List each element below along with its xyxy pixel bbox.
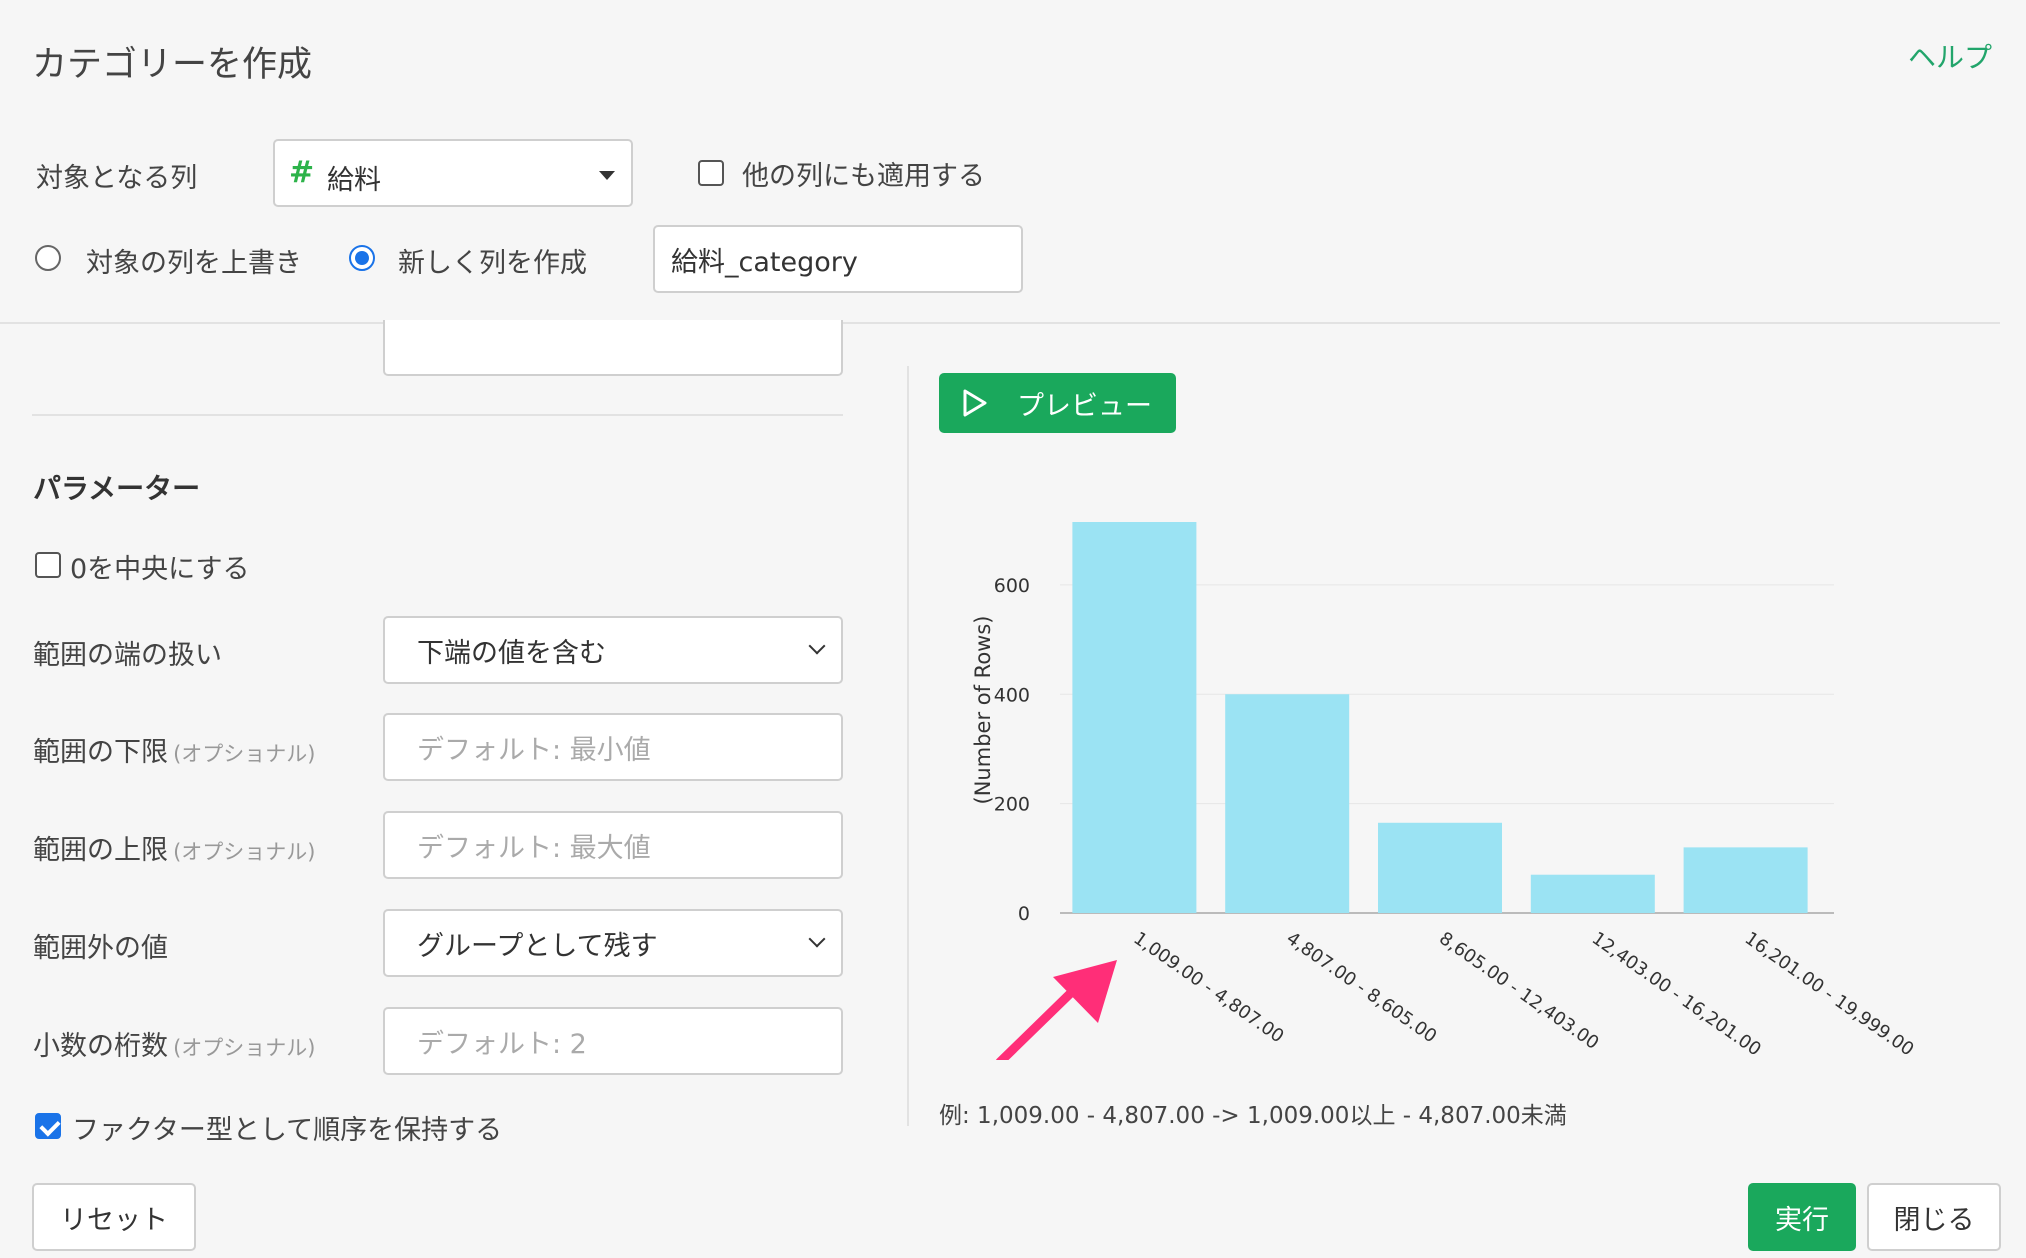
scrolled-input-remnant[interactable] xyxy=(383,320,843,376)
lower-bound-label-group: 範囲の下限 (オプショナル) xyxy=(33,730,315,769)
edge-select-value: 下端の値を含む xyxy=(417,637,606,669)
example-text: 例: 1,009.00 - 4,807.00 -> 1,009.00以上 - 4… xyxy=(939,1103,1567,1129)
bar xyxy=(1225,694,1350,913)
target-column-label: 対象となる列 xyxy=(36,163,198,194)
target-column-value: 給料 xyxy=(327,165,381,196)
apply-other-columns-checkbox[interactable] xyxy=(698,160,724,186)
bar xyxy=(1072,522,1197,913)
new-column-name-value: 給料_category xyxy=(671,246,858,278)
apply-other-columns-label: 他の列にも適用する xyxy=(742,161,985,192)
lower-bound-label: 範囲の下限 xyxy=(33,737,168,768)
upper-bound-placeholder: デフォルト: 最大値 xyxy=(417,832,651,864)
upper-bound-label-group: 範囲の上限 (オプショナル) xyxy=(33,828,315,867)
center-zero-checkbox[interactable] xyxy=(35,552,61,578)
edge-label: 範囲の端の扱い xyxy=(33,640,222,671)
digits-optional: (オプショナル) xyxy=(173,1036,316,1060)
chart-bars xyxy=(1072,522,1808,913)
chevron-down-icon xyxy=(808,930,826,948)
bar xyxy=(1378,822,1502,913)
factor-order-label: ファクター型として順序を保持する xyxy=(72,1115,503,1146)
y-tick-label: 600 xyxy=(994,575,1030,597)
close-button-label: 閉じる xyxy=(1893,1204,1975,1236)
digits-input[interactable]: デフォルト: 2 xyxy=(383,1007,843,1075)
center-zero-label: 0を中央にする xyxy=(70,554,250,585)
chart-y-axis-label: (Number of Rows) xyxy=(971,616,995,805)
outside-values-value: グループとして残す xyxy=(417,930,658,962)
panel-divider xyxy=(907,366,909,1126)
bar xyxy=(1683,847,1808,913)
outside-values-label: 範囲外の値 xyxy=(33,933,168,964)
digits-label-group: 小数の桁数 (オプショナル) xyxy=(33,1024,315,1063)
x-tick-label: 16,201.00 - 19,999.00 xyxy=(1741,928,1918,1060)
x-tick-label: 8,605.00 - 12,403.00 xyxy=(1435,928,1602,1054)
reset-button[interactable]: リセット xyxy=(32,1183,196,1251)
lower-bound-optional: (オプショナル) xyxy=(173,742,316,766)
new-column-name-input[interactable]: 給料_category xyxy=(653,225,1023,293)
run-button-label: 実行 xyxy=(1775,1204,1829,1236)
overwrite-label: 対象の列を上書き xyxy=(86,248,302,279)
y-tick-label: 0 xyxy=(1018,903,1030,925)
help-link[interactable]: ヘルプ xyxy=(1908,36,1992,76)
dialog-title: カテゴリーを作成 xyxy=(32,45,313,85)
chart-x-ticks: 1,009.00 - 4,807.004,807.00 - 8,605.008,… xyxy=(1130,928,1918,1060)
chart-y-ticks: 0 200 400 600 xyxy=(994,575,1030,925)
target-column-select[interactable]: # 給料 xyxy=(273,139,633,207)
bar xyxy=(1530,874,1655,913)
chevron-down-icon xyxy=(808,637,826,655)
reset-button-label: リセット xyxy=(60,1204,168,1236)
y-tick-label: 400 xyxy=(994,684,1030,706)
numeric-column-icon: # xyxy=(289,155,315,190)
play-icon xyxy=(963,389,987,417)
edge-select[interactable]: 下端の値を含む xyxy=(383,616,843,684)
x-tick-label: 12,403.00 - 16,201.00 xyxy=(1588,928,1765,1060)
factor-order-checkbox[interactable] xyxy=(35,1113,61,1139)
outside-values-select[interactable]: グループとして残す xyxy=(383,909,843,977)
run-button[interactable]: 実行 xyxy=(1748,1183,1856,1251)
y-tick-label: 200 xyxy=(994,794,1030,816)
annotation-arrow xyxy=(995,960,1117,1060)
upper-bound-label: 範囲の上限 xyxy=(33,835,168,866)
x-tick-label: 1,009.00 - 4,807.00 xyxy=(1130,928,1288,1047)
close-button[interactable]: 閉じる xyxy=(1867,1183,2001,1251)
new-column-label: 新しく列を作成 xyxy=(398,248,587,279)
overwrite-radio[interactable] xyxy=(35,245,61,271)
histogram-chart: 0 200 400 600 1,009.00 - 4,807.004,807.00 -… xyxy=(971,522,1918,1060)
params-divider xyxy=(32,414,843,416)
preview-button[interactable]: プレビュー xyxy=(939,373,1176,433)
digits-label: 小数の桁数 xyxy=(33,1031,168,1062)
preview-button-label: プレビュー xyxy=(1017,390,1152,422)
params-heading: パラメーター xyxy=(33,472,201,505)
lower-bound-placeholder: デフォルト: 最小値 xyxy=(417,734,651,766)
digits-placeholder: デフォルト: 2 xyxy=(417,1028,587,1060)
x-tick-label: 4,807.00 - 8,605.00 xyxy=(1282,928,1440,1047)
upper-bound-optional: (オプショナル) xyxy=(173,840,316,864)
upper-bound-input[interactable]: デフォルト: 最大値 xyxy=(383,811,843,879)
new-column-radio[interactable] xyxy=(349,245,375,271)
lower-bound-input[interactable]: デフォルト: 最小値 xyxy=(383,713,843,781)
caret-down-icon xyxy=(599,171,615,180)
header-divider xyxy=(0,322,2000,324)
